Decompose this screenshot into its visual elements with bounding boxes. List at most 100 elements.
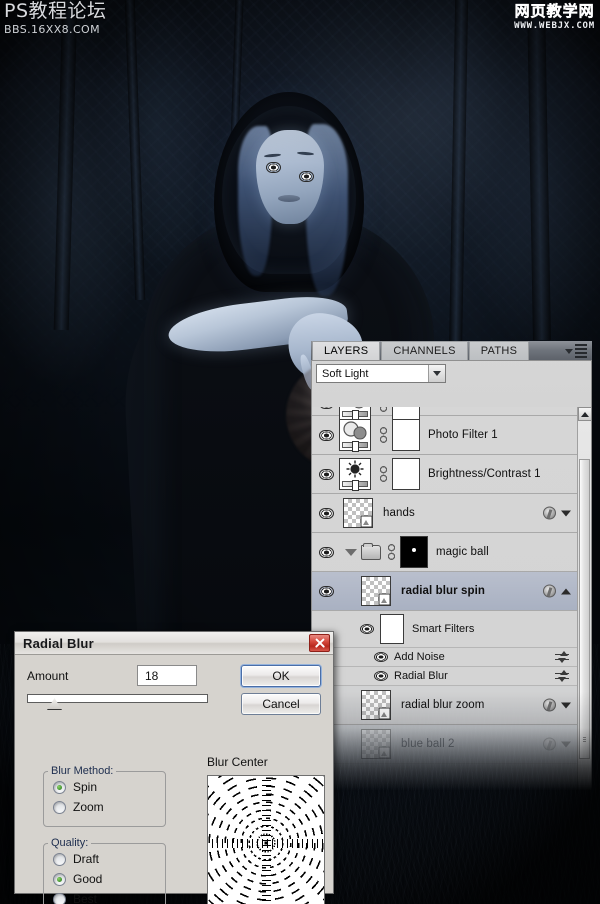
layer-fx-controls[interactable] [543,737,571,751]
radio-spin[interactable] [53,780,66,794]
layer-visibility-toggle[interactable] [314,407,339,409]
chevron-down-icon [433,371,441,376]
brightness-contrast-icon [346,460,364,478]
layer-thumbnail[interactable] [361,729,391,759]
layer-mask-thumbnail[interactable] [392,458,420,490]
smart-filters-visibility-toggle[interactable] [360,624,374,634]
blur-center-preview[interactable] [207,775,325,904]
link-icon[interactable] [386,543,397,561]
table-row[interactable]: hands [312,494,577,533]
panel-menu-button[interactable] [565,344,587,358]
blend-mode-select[interactable]: Soft Light [316,364,446,383]
amount-slider[interactable] [27,694,208,710]
watermark-left-url: BBS.16XX8.COM [4,23,100,36]
eye-icon [319,546,334,558]
filter-options-icon[interactable] [555,670,569,682]
layer-thumbnail[interactable] [339,458,371,491]
layer-name: Brightness/Contrast 1 [428,468,541,480]
group-mask-thumbnail[interactable] [400,536,428,568]
radio-draft[interactable] [53,852,66,866]
table-row[interactable]: radial blur zoom [312,686,577,725]
amount-slider-thumb[interactable] [47,698,62,710]
link-icon[interactable] [378,426,389,444]
table-row[interactable]: magic ball [312,533,577,572]
layer-style-icon[interactable] [543,737,556,751]
smart-filters-header-row[interactable]: Smart Filters [312,611,577,648]
radio-option-draft[interactable]: Draft [44,849,165,869]
table-row[interactable]: blue ball 2 [312,725,577,764]
tab-layers[interactable]: LAYERS [312,341,381,360]
radio-best[interactable] [53,892,66,904]
link-icon[interactable] [378,465,389,483]
table-row[interactable]: Brightness/Contrast 1 [312,455,577,494]
amount-input[interactable]: 18 [137,665,197,686]
smart-filter-row[interactable]: Radial Blur [312,667,577,686]
layers-panel[interactable]: LAYERS CHANNELS PATHS Soft Light Opacity… [311,341,592,791]
radio-option-spin[interactable]: Spin [44,777,165,797]
chevron-down-icon[interactable] [561,702,571,708]
layer-list-scrollbar[interactable] [577,407,592,790]
dialog-title-bar[interactable]: Radial Blur [15,632,333,655]
radio-zoom-label: Zoom [73,800,104,814]
cancel-button[interactable]: Cancel [241,693,321,715]
filter-options-icon[interactable] [555,651,569,663]
radial-blur-dialog[interactable]: Radial Blur Amount 18 OK Cancel Blur Met… [14,631,334,904]
layer-fx-controls[interactable] [543,506,571,520]
eye-icon [319,429,334,441]
radio-zoom[interactable] [53,800,66,814]
layer-fx-controls[interactable] [543,584,571,598]
layer-style-icon[interactable] [543,584,556,598]
smart-filters-mask-thumbnail[interactable] [380,614,404,644]
layer-thumbnail[interactable] [361,690,391,720]
smart-object-badge [378,707,390,719]
layer-thumbnail[interactable] [343,498,373,528]
group-expand-toggle[interactable] [345,548,357,556]
link-icon[interactable] [378,407,389,413]
scroll-up-button[interactable] [578,407,592,421]
layer-style-icon[interactable] [543,506,556,520]
hamburger-icon [575,344,587,358]
tab-paths[interactable]: PATHS [468,341,530,360]
filter-visibility-toggle[interactable] [374,671,388,681]
folder-icon [361,542,381,560]
layer-list[interactable]: Channel Mixer 1 Photo Filter 1 [312,407,577,790]
table-row[interactable]: Photo Filter 1 [312,416,577,455]
ok-button[interactable]: OK [241,665,321,687]
smart-filters-label: Smart Filters [412,623,475,635]
layer-style-icon[interactable] [543,698,556,712]
layer-thumbnail[interactable] [339,419,371,452]
table-row[interactable]: Channel Mixer 1 [312,407,577,421]
layer-visibility-toggle[interactable] [314,429,339,441]
chevron-down-icon[interactable] [561,741,571,747]
blend-mode-dropdown-arrow[interactable] [428,365,445,382]
layer-fx-controls[interactable] [543,698,571,712]
filter-name: Add Noise [394,651,445,663]
smart-filter-row[interactable]: Add Noise [312,648,577,667]
layer-visibility-toggle[interactable] [314,507,339,519]
chevron-up-icon[interactable] [561,588,571,594]
chevron-down-icon[interactable] [561,510,571,516]
scrollbar-thumb[interactable] [579,459,590,759]
radio-option-zoom[interactable]: Zoom [44,797,165,817]
radio-option-good[interactable]: Good [44,869,165,889]
layer-visibility-toggle[interactable] [314,585,339,597]
watermark-right-title: 网页教学网 [514,2,595,20]
filter-visibility-toggle[interactable] [374,652,388,662]
radio-option-best[interactable]: Best [44,889,165,904]
filter-name: Radial Blur [394,670,448,682]
blur-method-legend: Blur Method: [51,765,114,777]
layer-visibility-toggle[interactable] [314,546,339,558]
eye-icon [319,407,334,409]
layer-name: Channel Mixer 1 [428,407,513,410]
layer-thumbnail[interactable] [361,576,391,606]
radio-good[interactable] [53,872,66,886]
table-row[interactable]: radial blur spin [312,572,577,611]
layer-visibility-toggle[interactable] [314,468,339,480]
layer-mask-thumbnail[interactable] [392,419,420,451]
tab-channels[interactable]: CHANNELS [381,341,468,360]
radio-spin-label: Spin [73,780,98,794]
close-icon[interactable] [309,634,330,652]
panel-tab-bar: LAYERS CHANNELS PATHS [311,341,592,361]
blend-mode-value: Soft Light [322,367,369,380]
scrollbar-grip [583,737,586,742]
